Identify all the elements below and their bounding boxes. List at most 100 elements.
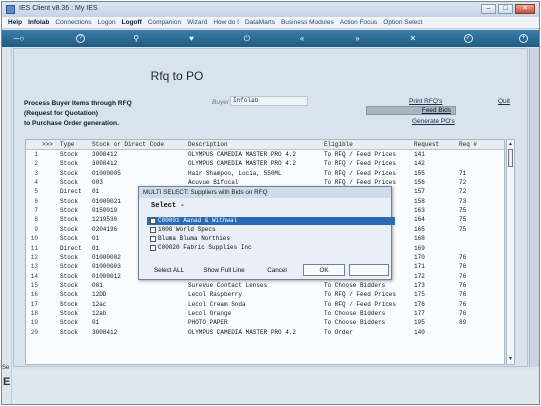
row-request: 164 bbox=[414, 216, 425, 224]
supplier-option[interactable]: C00001 Aanad & Withwal bbox=[147, 217, 395, 225]
row-code: 12ac bbox=[92, 300, 107, 308]
row-code: 01 bbox=[92, 188, 100, 196]
menu-logoff[interactable]: Logoff bbox=[119, 19, 145, 26]
row-eligible: To RFQ / Feed Prices bbox=[324, 179, 397, 187]
row-description: Acuvue Bifocal bbox=[188, 179, 239, 187]
supplier-checkbox[interactable] bbox=[150, 218, 156, 224]
grid-scrollbar[interactable]: ▲ ▼ bbox=[506, 139, 515, 365]
row-description: OLYMPUS CAMEDIA MASTER PRO 4.2 bbox=[188, 151, 297, 158]
row-request: 163 bbox=[414, 207, 425, 215]
row-code: 01 bbox=[92, 235, 100, 243]
quit-link[interactable]: Quit bbox=[498, 98, 510, 105]
menu-wizard[interactable]: Wizard bbox=[184, 19, 210, 26]
supplier-label: 1000 World Specs bbox=[158, 226, 216, 233]
minimize-button[interactable]: – bbox=[481, 4, 496, 14]
menu-help[interactable]: Help bbox=[5, 19, 25, 26]
window-title: IES Client v8.36 : My IES bbox=[19, 5, 98, 12]
key-icon[interactable]: ─○ bbox=[8, 34, 30, 43]
cancel-button[interactable]: Cancel bbox=[257, 264, 297, 276]
menu-action-focus[interactable]: Action Focus bbox=[337, 19, 381, 26]
supplier-checkbox[interactable] bbox=[150, 245, 156, 251]
menu-logon[interactable]: Logon bbox=[95, 19, 119, 26]
row-type: Direct bbox=[60, 244, 82, 252]
menu-option-select[interactable]: Option Select bbox=[380, 19, 425, 26]
generate-pos-link[interactable]: Generate PO's bbox=[412, 118, 455, 125]
help-icon[interactable]: ? bbox=[76, 34, 86, 43]
row-request: 170 bbox=[414, 253, 425, 261]
row-req: 76 bbox=[459, 272, 467, 280]
table-row[interactable]: 1 Stock 3008412 OLYMPUS CAMEDIA MASTER PRO … bbox=[26, 151, 504, 160]
row-req: 76 bbox=[459, 291, 467, 299]
row-number: 20 bbox=[30, 328, 38, 336]
supplier-option[interactable]: C00020 Fabric Supplies Inc bbox=[147, 244, 396, 252]
table-row[interactable]: 15 Stock 001 Surevue Contact Lenses To Choos… bbox=[26, 282, 504, 291]
show-full-line-button[interactable]: Show Full Line bbox=[197, 264, 251, 276]
row-description: PHOTO PAPER bbox=[188, 319, 228, 327]
buyer-field[interactable]: Infolab bbox=[230, 96, 308, 106]
print-rfqs-link[interactable]: Print RFQ's bbox=[409, 98, 442, 105]
row-number: 10 bbox=[30, 235, 38, 243]
close-window-button[interactable]: ✕ bbox=[515, 4, 535, 14]
menu-datamarts[interactable]: DataMarts bbox=[242, 19, 278, 26]
menu-connections[interactable]: Connections bbox=[52, 19, 94, 26]
row-eligible: To RFQ / Feed Prices bbox=[324, 291, 397, 299]
supplier-checkbox[interactable] bbox=[150, 227, 156, 233]
row-code: 0150019 bbox=[92, 207, 118, 215]
dialog-heading: Select - bbox=[151, 202, 185, 210]
rewind-icon[interactable]: « bbox=[298, 34, 307, 43]
table-row[interactable]: 20 Stock 3008412 OLYMPUS CAMEDIA MASTER PRO… bbox=[26, 329, 504, 338]
select-all-button[interactable]: Select ALL bbox=[147, 264, 191, 276]
table-row[interactable]: 3 Stock 01000005 Hair Shampoo, Lucia, 550ML… bbox=[26, 170, 504, 179]
supplier-checkbox[interactable] bbox=[150, 236, 156, 242]
description-line-2: (Request for Quotation) bbox=[24, 110, 98, 117]
menu-business-modules[interactable]: Business Modules bbox=[278, 19, 337, 26]
plus-icon[interactable]: + bbox=[518, 34, 528, 43]
table-row[interactable]: 16 Stock 12DD Lecol Raspberry To RFQ / Feed … bbox=[26, 291, 504, 300]
row-eligible: To RFQ / Feed Prices bbox=[324, 151, 397, 158]
heart-icon[interactable]: ♥ bbox=[187, 34, 196, 43]
row-type: Stock bbox=[60, 328, 79, 336]
table-row[interactable]: 17 Stock 12ac Lecol Cream Soda To RFQ / Feed… bbox=[26, 301, 504, 310]
supplier-option[interactable]: Bluma Bluma Northies bbox=[147, 235, 396, 243]
close-icon[interactable]: ✕ bbox=[408, 34, 417, 43]
blank-button[interactable] bbox=[349, 264, 389, 276]
row-type: Stock bbox=[60, 179, 79, 187]
ok-button[interactable]: OK bbox=[303, 264, 345, 276]
row-type: Stock bbox=[60, 281, 79, 289]
menu-infolab[interactable]: Infolab bbox=[25, 19, 52, 26]
header-marker: >>> bbox=[42, 141, 53, 148]
row-eligible: To RFQ / Feed Prices bbox=[324, 300, 397, 308]
supplier-option[interactable]: 1000 World Specs bbox=[147, 226, 396, 234]
e-logo-icon: Ε bbox=[3, 376, 11, 388]
row-type: Stock bbox=[60, 151, 79, 158]
maximize-button[interactable]: □ bbox=[498, 4, 513, 14]
table-row[interactable]: 19 Stock 01 PHOTO PAPER To Choose Bidders 195… bbox=[26, 319, 504, 328]
table-row[interactable]: 18 Stock 12ab Lecol Orange To Choose Bidders… bbox=[26, 310, 504, 319]
row-request: 169 bbox=[414, 244, 425, 252]
check-icon[interactable]: ✓ bbox=[463, 34, 473, 43]
feed-bids-button[interactable]: Feed Bids bbox=[366, 106, 456, 115]
menu-companion[interactable]: Companion bbox=[145, 19, 184, 26]
row-req: 76 bbox=[459, 263, 467, 271]
row-number: 7 bbox=[34, 207, 38, 215]
row-request: 175 bbox=[414, 291, 425, 299]
row-req: 76 bbox=[459, 300, 467, 308]
header-request: Request bbox=[414, 141, 440, 148]
row-request: 157 bbox=[414, 188, 425, 196]
menu-how-do-i[interactable]: How do I bbox=[210, 19, 242, 26]
row-request: 155 bbox=[414, 169, 425, 177]
fast-forward-icon[interactable]: » bbox=[353, 34, 362, 43]
table-row[interactable]: 2 Stock 3008412 OLYMPUS CAMEDIA MASTER PRO … bbox=[26, 160, 504, 169]
scroll-thumb[interactable] bbox=[508, 149, 513, 167]
scroll-up-icon[interactable]: ▲ bbox=[507, 140, 514, 148]
search-icon[interactable]: ⚲ bbox=[132, 34, 141, 43]
app-window: IES Client v8.36 : My IES – □ ✕ Help Inf… bbox=[1, 1, 540, 405]
scroll-down-icon[interactable]: ▼ bbox=[507, 355, 514, 363]
row-req: 75 bbox=[459, 207, 467, 215]
row-eligible: To RFQ / Feed Prices bbox=[324, 160, 397, 168]
app-icon bbox=[6, 5, 15, 14]
row-number: 12 bbox=[30, 253, 38, 261]
row-description: OLYMPUS CAMEDIA MASTER PRO 4.2 bbox=[188, 160, 297, 168]
power-icon[interactable]: ⏻ bbox=[242, 34, 251, 43]
row-type: Stock bbox=[60, 235, 79, 243]
